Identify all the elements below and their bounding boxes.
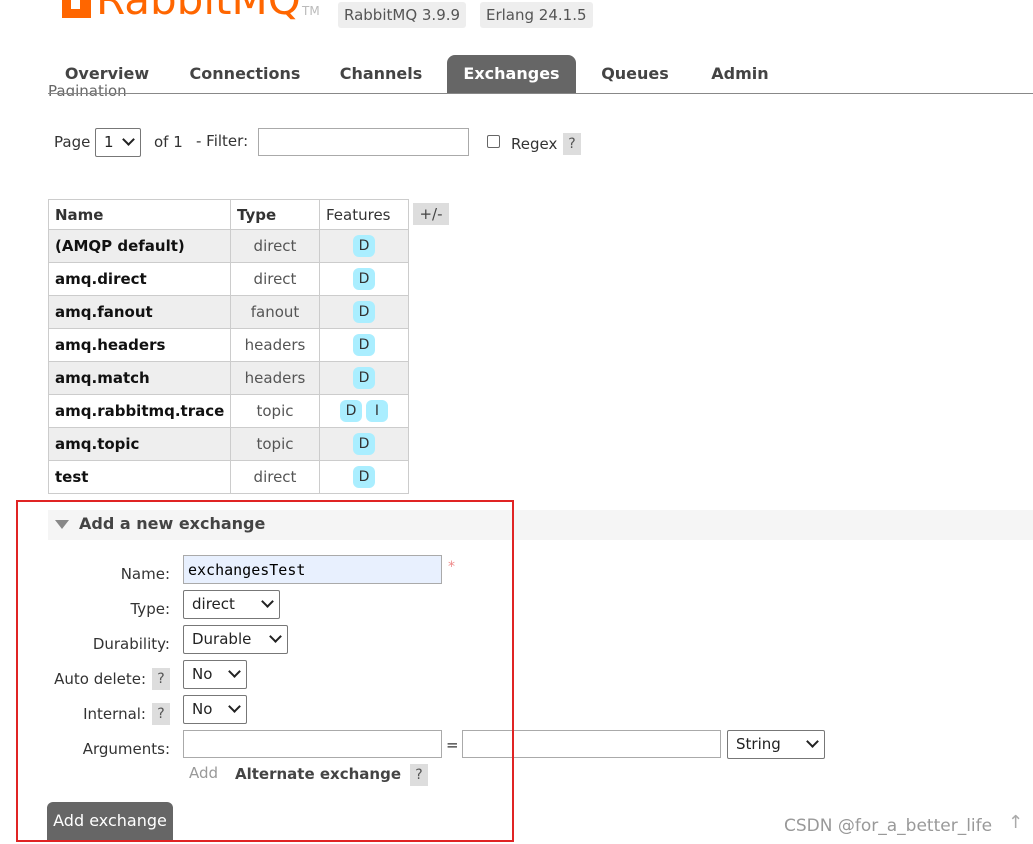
page-select[interactable]: 1 [95, 128, 141, 157]
filter-input[interactable] [258, 128, 469, 156]
table-row[interactable]: amq.fanout fanout D [48, 295, 409, 329]
exchange-name-link[interactable]: amq.topic [48, 427, 231, 461]
nav-divider [48, 93, 1033, 94]
column-header-features: Features [319, 199, 409, 230]
exchange-type: headers [230, 361, 320, 395]
feature-badge: D [353, 235, 375, 257]
feature-badge: D [340, 400, 362, 422]
page-select-value: 1 [104, 133, 114, 151]
exchange-name-link[interactable]: amq.direct [48, 262, 231, 296]
column-header-name[interactable]: Name [48, 199, 231, 230]
exchange-type: headers [230, 328, 320, 362]
exchange-features: D [319, 427, 409, 461]
regex-help-icon[interactable]: ? [563, 133, 581, 155]
tab-queues[interactable]: Queues [590, 55, 680, 93]
exchange-features: D [319, 361, 409, 395]
table-row[interactable]: amq.topic topic D [48, 427, 409, 461]
exchange-name-link[interactable]: (AMQP default) [48, 229, 231, 263]
rabbitmq-logo-icon [62, 0, 91, 18]
column-header-type[interactable]: Type [230, 199, 320, 230]
exchange-name-link[interactable]: amq.rabbitmq.trace [48, 394, 231, 428]
watermark: CSDN @for_a_better_life [784, 816, 993, 836]
table-row[interactable]: amq.headers headers D [48, 328, 409, 362]
exchange-features: DI [319, 394, 409, 428]
highlight-frame [16, 500, 514, 842]
exchanges-table: Name Type Features (AMQP default) direct… [48, 199, 409, 494]
exchange-type: topic [230, 427, 320, 461]
exchange-features: D [319, 262, 409, 296]
exchange-features: D [319, 460, 409, 494]
erlang-version-badge: Erlang 24.1.5 [480, 2, 593, 28]
feature-badge: D [353, 301, 375, 323]
exchange-name-link[interactable]: test [48, 460, 231, 494]
argument-type-select[interactable]: String [727, 730, 825, 759]
logo-text: RabbitMQ [96, 0, 301, 22]
arrow-up-icon: ↑ [1008, 812, 1024, 833]
exchange-features: D [319, 295, 409, 329]
exchange-name-link[interactable]: amq.headers [48, 328, 231, 362]
regex-checkbox[interactable] [487, 135, 500, 148]
feature-badge: I [366, 400, 388, 422]
argument-type-select-value: String [736, 735, 781, 753]
exchange-features: D [319, 229, 409, 263]
tab-channels[interactable]: Channels [326, 55, 436, 93]
feature-badge: D [353, 268, 375, 290]
exchange-name-link[interactable]: amq.match [48, 361, 231, 395]
exchange-type: direct [230, 262, 320, 296]
columns-toggle-button[interactable]: +/- [413, 203, 449, 225]
tab-exchanges[interactable]: Exchanges [447, 55, 576, 93]
page-count: of 1 [154, 133, 183, 151]
tab-admin[interactable]: Admin [698, 55, 782, 93]
feature-badge: D [353, 334, 375, 356]
table-row[interactable]: amq.direct direct D [48, 262, 409, 296]
page-label: Page [54, 133, 91, 151]
exchange-name-link[interactable]: amq.fanout [48, 295, 231, 329]
table-row[interactable]: amq.rabbitmq.trace topic DI [48, 394, 409, 428]
rabbitmq-version-badge: RabbitMQ 3.9.9 [338, 2, 467, 28]
table-row[interactable]: amq.match headers D [48, 361, 409, 395]
tab-connections[interactable]: Connections [178, 55, 312, 93]
exchange-type: direct [230, 229, 320, 263]
feature-badge: D [353, 433, 375, 455]
table-row[interactable]: (AMQP default) direct D [48, 229, 409, 263]
chevron-down-icon [122, 133, 135, 146]
filter-label: - Filter: [196, 132, 249, 150]
feature-badge: D [353, 367, 375, 389]
exchange-type: fanout [230, 295, 320, 329]
exchange-features: D [319, 328, 409, 362]
chevron-down-icon [806, 735, 819, 748]
trademark: TM [302, 4, 320, 18]
exchange-type: direct [230, 460, 320, 494]
exchange-type: topic [230, 394, 320, 428]
feature-badge: D [353, 466, 375, 488]
table-row[interactable]: test direct D [48, 460, 409, 494]
regex-label: Regex [511, 135, 558, 153]
